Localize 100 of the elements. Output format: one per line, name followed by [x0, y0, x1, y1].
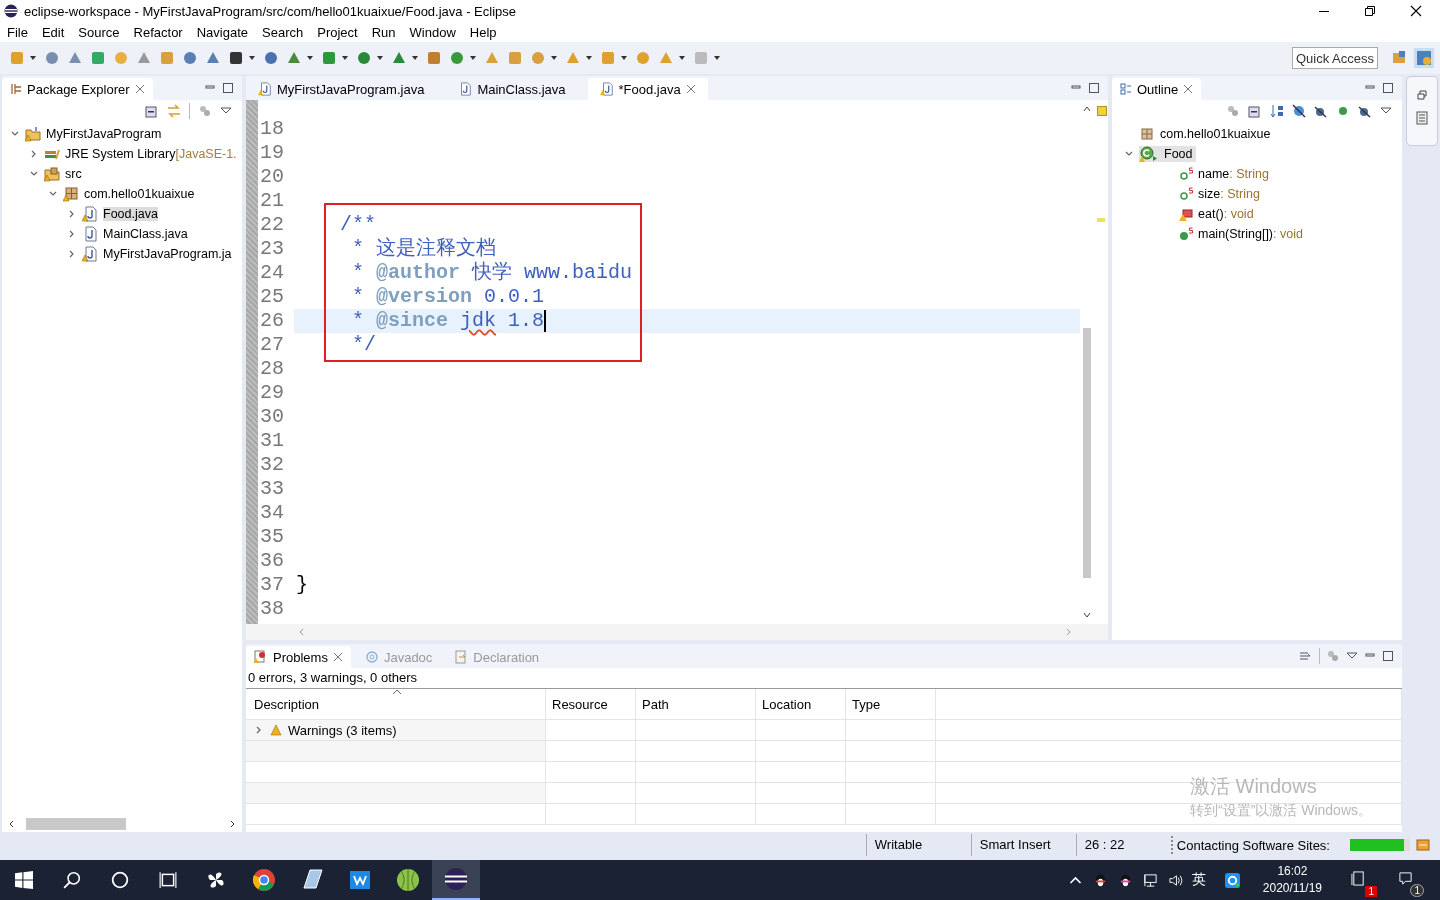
dropdown-caret-icon[interactable] — [29, 54, 37, 62]
maximize-icon[interactable] — [222, 82, 234, 94]
tree-item-label[interactable]: MyFirstJavaProgram.ja — [103, 247, 232, 261]
outline-item-label[interactable]: name: String — [1198, 167, 1269, 181]
outline-tab[interactable]: Outline — [1112, 78, 1202, 100]
dropdown-caret-icon[interactable] — [469, 54, 477, 62]
editor-tab[interactable]: *Food.java — [587, 78, 708, 100]
public-member-icon[interactable] — [1336, 104, 1350, 118]
dropdown-caret-icon[interactable] — [585, 54, 593, 62]
code-text: * — [351, 237, 364, 261]
dropdown-caret-icon[interactable] — [248, 54, 256, 62]
column-header[interactable]: Type — [846, 689, 936, 719]
menu-item[interactable]: File — [7, 24, 28, 40]
line-number: 18 — [259, 117, 285, 141]
scroll-right-icon[interactable] — [228, 820, 236, 828]
line-number: 37 — [259, 573, 285, 597]
tree-item-label[interactable]: MainClass.java — [103, 227, 188, 241]
collapse-all-icon[interactable] — [1248, 104, 1262, 118]
dropdown-caret-icon[interactable] — [550, 54, 558, 62]
clock-time: 16:02 — [1277, 863, 1308, 880]
warning-icon — [270, 724, 282, 736]
line-number: 26 — [259, 309, 285, 333]
column-header[interactable]: Resource — [546, 689, 636, 719]
dropdown-caret-icon[interactable] — [376, 54, 384, 62]
menu-item[interactable]: Window — [409, 24, 456, 40]
outline-item-label[interactable]: main(String[]): void — [1198, 227, 1303, 241]
line-number: 38 — [259, 597, 285, 621]
maximize-icon[interactable] — [1088, 82, 1100, 94]
dropdown-caret-icon[interactable] — [341, 54, 349, 62]
action-center-icon[interactable] — [1398, 871, 1413, 886]
volume-icon[interactable] — [1167, 872, 1183, 888]
progress-view-icon[interactable] — [1416, 838, 1430, 852]
hide-fields-icon[interactable] — [1292, 104, 1306, 118]
scroll-down-icon[interactable] — [1082, 610, 1092, 620]
class-icon — [1139, 146, 1159, 162]
menu-item[interactable]: Navigate — [196, 24, 248, 40]
scroll-up-icon[interactable] — [1082, 104, 1092, 114]
menu-item[interactable]: Source — [78, 24, 120, 40]
scrollbar-thumb[interactable] — [26, 818, 126, 830]
menu-item[interactable]: Search — [262, 24, 304, 40]
menu-item[interactable]: Edit — [41, 24, 65, 40]
outline-item-label[interactable]: eat(): void — [1198, 207, 1254, 221]
dropdown-caret-icon[interactable] — [678, 54, 686, 62]
close-icon[interactable] — [1410, 5, 1422, 17]
restore-icon[interactable] — [1364, 5, 1376, 17]
package-explorer-tab[interactable]: Package Explorer — [2, 78, 153, 100]
cursor-position: 26 : 22 — [1075, 834, 1171, 856]
hide-local-icon[interactable] — [1358, 104, 1372, 118]
tree-item-label[interactable]: src — [65, 167, 82, 181]
javadoc-tag: @author — [376, 261, 461, 285]
collapse-all-icon[interactable] — [145, 104, 159, 118]
eclipse-app-button[interactable] — [432, 860, 480, 900]
activation-title: 激活 Windows — [1190, 774, 1318, 799]
sort-caret-icon — [392, 689, 402, 695]
maximize-icon[interactable] — [1382, 82, 1394, 94]
menu-item[interactable]: Run — [371, 24, 396, 40]
network-icon[interactable] — [1142, 872, 1158, 888]
editor-tab[interactable]: MainClass.java — [446, 78, 578, 100]
menu-item[interactable]: Project — [317, 24, 358, 40]
declaration-icon — [454, 650, 469, 664]
tree-item-label[interactable]: com.hello01kuaixue — [84, 187, 195, 201]
code-text: */ — [351, 333, 376, 357]
line-number: 19 — [259, 141, 285, 165]
clock-date: 2020/11/19 — [1262, 880, 1322, 897]
outline-item-label[interactable]: com.hello01kuaixue — [1160, 127, 1271, 141]
dropdown-caret-icon[interactable] — [620, 54, 628, 62]
line-number: 35 — [259, 525, 285, 549]
outline-item-label[interactable]: size: String — [1198, 187, 1260, 201]
line-number: 36 — [259, 549, 285, 573]
menu-item[interactable]: Help — [469, 24, 497, 40]
sort-icon[interactable] — [1270, 104, 1284, 118]
input-method-indicator[interactable]: 英 — [1191, 871, 1206, 889]
dropdown-caret-icon[interactable] — [306, 54, 314, 62]
view-tab[interactable]: Problems — [246, 646, 351, 668]
clock[interactable]: 16:02 2020/11/19 — [1262, 863, 1322, 897]
tree-item-label[interactable]: MyFirstJavaProgram — [46, 127, 162, 141]
chat-app-icon[interactable] — [1224, 872, 1240, 888]
dropdown-caret-icon[interactable] — [411, 54, 419, 62]
notification-icon[interactable] — [1351, 871, 1366, 886]
browser-icon — [252, 868, 276, 892]
java-perspective-icon[interactable] — [1414, 48, 1434, 68]
maximize-icon[interactable] — [1382, 650, 1394, 662]
hide-static-icon[interactable] — [1314, 104, 1328, 118]
column-header[interactable]: Location — [756, 689, 846, 719]
open-perspective-icon[interactable] — [1391, 50, 1407, 66]
dropdown-caret-icon[interactable] — [713, 54, 721, 62]
overview-marker[interactable] — [1097, 106, 1107, 116]
tree-item-label[interactable]: Food.java — [103, 207, 158, 221]
tree-item-label[interactable]: JRE System Library[JavaSE-1. — [65, 147, 237, 161]
scroll-left-icon[interactable] — [8, 820, 16, 828]
job-status: Contacting Software Sites: — [1176, 837, 1330, 853]
column-header[interactable]: Description — [246, 689, 546, 719]
overview-marker[interactable] — [1097, 218, 1105, 222]
editor-tab[interactable]: MyFirstJavaProgram.java — [246, 78, 437, 100]
quick-access-field[interactable]: Quick Access — [1292, 47, 1378, 69]
menu-item[interactable]: Refactor — [133, 24, 183, 40]
package-explorer-icon — [10, 83, 22, 95]
column-header[interactable]: Path — [636, 689, 756, 719]
code-text: 1.8 — [508, 309, 545, 333]
writer-icon — [348, 868, 372, 892]
